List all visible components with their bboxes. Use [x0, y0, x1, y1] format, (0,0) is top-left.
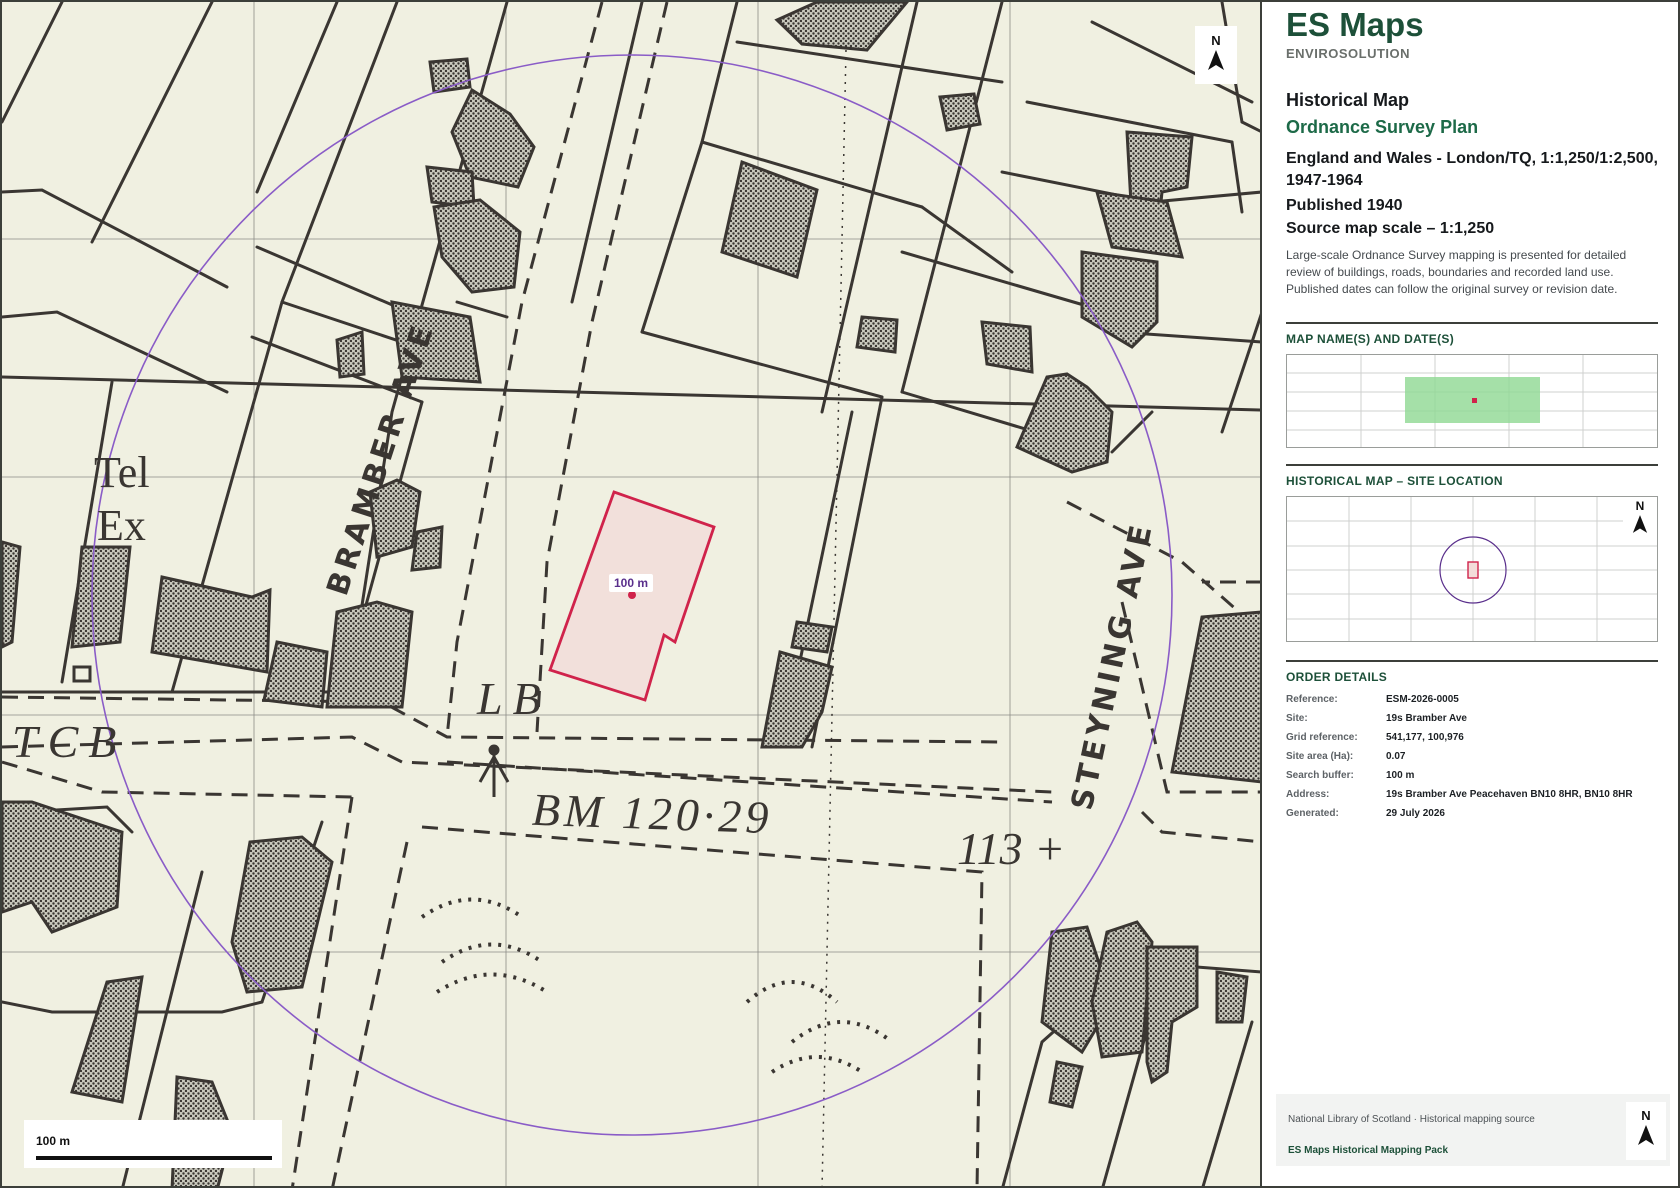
label-lb: LB	[477, 673, 551, 724]
detail-value: 29 July 2026	[1386, 808, 1445, 819]
info-sidebar: ES Maps ENVIROSOLUTION Historical Map Or…	[1264, 2, 1678, 1186]
detail-row-search-buffer: Search buffer: 100 m	[1286, 770, 1658, 789]
section-divider	[1286, 464, 1658, 466]
site-location-thumbnail[interactable]: N	[1286, 496, 1658, 642]
historical-map-panel[interactable]: Tel Ex TCB LB BM 120·29 113 + BRAMBER AV…	[2, 2, 1262, 1186]
buffer-distance-label: 100 m	[609, 574, 654, 592]
location-site-box	[1467, 561, 1479, 579]
detail-row-address: Address: 19s Bramber Ave Peacehaven BN10 …	[1286, 789, 1658, 808]
scale-bar-label: 100 m	[36, 1134, 71, 1148]
section-title-order-details: ORDER DETAILS	[1286, 670, 1388, 684]
section-title-site-location: HISTORICAL MAP – SITE LOCATION	[1286, 474, 1503, 488]
section-divider	[1286, 322, 1658, 324]
site-location-grid	[1287, 497, 1657, 641]
section-divider	[1286, 660, 1658, 662]
scale-bar: 100 m	[24, 1120, 282, 1168]
detail-row-reference: Reference: ESM-2026-0005	[1286, 694, 1658, 713]
label-ex: Ex	[97, 501, 146, 550]
map-series: England and Wales - London/TQ, 1:1,250/1…	[1286, 150, 1658, 189]
detail-value: 19s Bramber Ave	[1386, 713, 1467, 724]
detail-value: 0.07	[1386, 751, 1406, 762]
map-linework	[2, 2, 1260, 1186]
north-letter: N	[1211, 33, 1221, 48]
map-description: Large-scale Ordnance Survey mapping is p…	[1286, 248, 1627, 296]
report-title: Historical Map	[1286, 90, 1410, 110]
published-date: Published 1940	[1286, 197, 1403, 214]
brand-subtitle: ENVIROSOLUTION	[1286, 46, 1411, 61]
north-arrow-icon	[1208, 50, 1224, 70]
detail-key: Search buffer:	[1286, 770, 1354, 781]
detail-row-site-area: Site area (Ha): 0.07	[1286, 751, 1658, 770]
north-letter: N	[1641, 1108, 1651, 1123]
detail-key: Site area (Ha):	[1286, 751, 1354, 762]
detail-value: 100 m	[1386, 770, 1415, 781]
pack-name: ES Maps Historical Mapping Pack	[1288, 1145, 1449, 1156]
brand-name: ES Maps	[1286, 6, 1424, 43]
footer-north-arrow: N	[1626, 1102, 1666, 1160]
detail-key: Address:	[1286, 789, 1330, 800]
label-benchmark: BM 120·29	[531, 783, 774, 844]
detail-value: 541,177, 100,976	[1386, 732, 1464, 743]
scale-bar-line	[36, 1156, 272, 1160]
detail-value: 19s Bramber Ave Peacehaven BN10 8HR, BN1…	[1386, 789, 1633, 800]
detail-key: Site:	[1286, 713, 1308, 724]
sidebar-footer: National Library of Scotland · Historica…	[1276, 1094, 1670, 1166]
map-sheets-thumbnail[interactable]	[1286, 354, 1658, 448]
detail-row-generated: Generated: 29 July 2026	[1286, 808, 1658, 827]
detail-key: Reference:	[1286, 694, 1338, 705]
location-north-arrow: N	[1623, 497, 1657, 543]
order-details-table: Reference: ESM-2026-0005 Site: 19s Bramber…	[1286, 694, 1658, 827]
source-credit: National Library of Scotland · Historica…	[1288, 1114, 1535, 1125]
source-scale: Source map scale – 1:1,250	[1286, 220, 1495, 237]
report-page: Tel Ex TCB LB BM 120·29 113 + BRAMBER AV…	[0, 0, 1680, 1188]
detail-row-grid-reference: Grid reference: 541,177, 100,976	[1286, 732, 1658, 751]
label-tcb: TCB	[12, 716, 127, 767]
map-type: Ordnance Survey Plan	[1286, 117, 1479, 137]
north-arrow-icon	[1632, 515, 1648, 533]
north-arrow-icon	[1638, 1125, 1654, 1145]
site-marker	[1472, 398, 1477, 403]
label-spot-height: 113 +	[957, 823, 1066, 874]
site-centroid	[628, 591, 636, 599]
sheet-index-grid	[1287, 355, 1657, 447]
map-north-arrow: N	[1195, 26, 1237, 84]
label-tel: Tel	[94, 448, 150, 497]
detail-key: Generated:	[1286, 808, 1339, 819]
section-title-map-names: MAP NAME(S) AND DATE(S)	[1286, 332, 1455, 346]
detail-row-site: Site: 19s Bramber Ave	[1286, 713, 1658, 732]
detail-key: Grid reference:	[1286, 732, 1358, 743]
north-letter: N	[1635, 499, 1645, 513]
detail-value: ESM-2026-0005	[1386, 694, 1459, 705]
